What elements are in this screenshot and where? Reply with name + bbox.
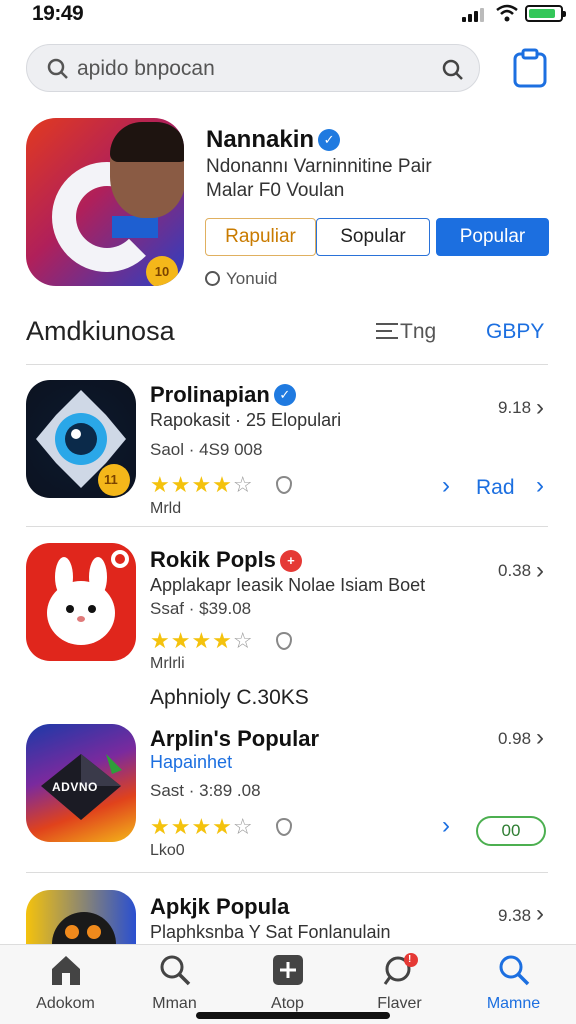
app-size: 9.18 — [498, 398, 532, 417]
app-description: Hapainhet — [150, 752, 233, 772]
search-icon — [160, 955, 191, 986]
clipboard-icon[interactable] — [512, 48, 548, 88]
icon-label: ADVNO — [52, 780, 98, 794]
notification-icon — [383, 953, 418, 985]
app-size: 9.38 — [498, 906, 532, 925]
star-rating: ★★★★☆ — [150, 814, 292, 840]
list-icon — [376, 323, 398, 339]
app-icon[interactable]: ADVNO — [26, 724, 136, 842]
app-tag: Lko0 — [150, 842, 185, 859]
app-name[interactable]: Rokik Popls + — [150, 547, 302, 573]
app-icon[interactable]: 11 — [26, 380, 136, 498]
home-indicator — [196, 1012, 390, 1019]
sort-button[interactable]: Tng — [376, 320, 436, 344]
home-icon — [52, 956, 80, 985]
chevron-right-icon[interactable]: › — [442, 472, 450, 500]
segment-sopular[interactable]: Sopular — [316, 218, 430, 256]
segment-popular[interactable]: Popular — [436, 218, 549, 256]
shield-icon — [275, 476, 292, 494]
app-size: 0.38 — [498, 561, 532, 580]
tab-home[interactable]: Adokom — [8, 945, 123, 1024]
notification-badge: ! — [408, 954, 412, 965]
search-bar[interactable]: apido bnpocan — [26, 44, 480, 92]
chevron-right-icon[interactable]: › — [536, 724, 544, 752]
star-rating: ★★★★☆ — [150, 628, 292, 654]
shield-icon — [275, 632, 292, 650]
app-tag: Mrld — [150, 500, 182, 517]
wifi-icon — [496, 4, 518, 22]
segment-rapuliar[interactable]: Rapuliar — [205, 218, 316, 256]
app-size: 0.98 — [498, 729, 532, 748]
plus-square-icon — [273, 955, 303, 985]
featured-subtitle-2: Malar F0 Voulan — [206, 180, 345, 201]
search-input[interactable]: apido bnpocan — [77, 57, 215, 81]
divider — [26, 364, 548, 365]
app-description: Plaphksnba Y Sat Fonlanulain — [150, 922, 391, 942]
section-link[interactable]: GBPY — [486, 320, 544, 344]
app-description: Applakapr Ieasik Nolae Isiam Boet — [150, 575, 426, 595]
app-name[interactable]: Prolinapian ✓ — [150, 382, 296, 408]
signal-icon — [462, 8, 488, 22]
featured-footer: Yonuid — [205, 269, 277, 289]
badge-icon: + — [279, 550, 302, 572]
star-rating: ★★★★☆ — [150, 472, 292, 498]
app-price: Sast · 3:89 .08 — [150, 781, 261, 800]
shield-icon — [275, 818, 292, 836]
app-tag: Mrlrli — [150, 655, 185, 672]
app-name[interactable]: Apkjk Popula — [150, 894, 289, 920]
chevron-right-icon[interactable]: › — [536, 394, 544, 422]
icon-coin-badge: 10 — [146, 256, 178, 286]
verified-icon: ✓ — [273, 384, 296, 406]
chevron-right-icon[interactable]: › — [536, 472, 544, 500]
app-icon[interactable] — [26, 890, 136, 944]
app-name[interactable]: Arplin's Popular — [150, 726, 319, 752]
search-icon — [47, 58, 68, 79]
app-price: Saol · 4S9 008 — [150, 440, 263, 459]
chevron-right-icon[interactable]: › — [536, 900, 544, 928]
app-price: Ssaf · $39.08 — [150, 599, 252, 618]
section-title: Amdkiunosa — [26, 316, 175, 346]
circle-icon — [205, 271, 220, 286]
featured-title[interactable]: Nannakin ✓ — [206, 126, 341, 154]
featured-app-icon[interactable]: 10 — [26, 118, 184, 286]
section-subtitle: Aphnioly C.30KS — [150, 686, 309, 709]
divider — [26, 872, 548, 873]
get-button[interactable]: 00 — [476, 816, 546, 846]
status-bar: 19:49 — [0, 0, 576, 30]
app-icon[interactable] — [26, 543, 136, 661]
search-icon — [499, 955, 530, 986]
visual-search-icon[interactable] — [441, 58, 463, 80]
app-description: Rapokasit · 25 Elopulari — [150, 410, 342, 430]
chevron-right-icon[interactable]: › — [442, 812, 450, 840]
divider — [26, 526, 548, 527]
chevron-right-icon[interactable]: › — [536, 557, 544, 585]
verified-icon: ✓ — [318, 129, 341, 151]
featured-subtitle: Ndonannı Varninnitine Pair — [206, 156, 432, 177]
icon-badge: 11 — [104, 472, 118, 487]
tab-search-active[interactable]: Mamne — [456, 945, 571, 1024]
app-action-link[interactable]: Rad — [476, 476, 515, 500]
status-time: 19:49 — [32, 2, 84, 25]
battery-icon — [525, 5, 566, 22]
